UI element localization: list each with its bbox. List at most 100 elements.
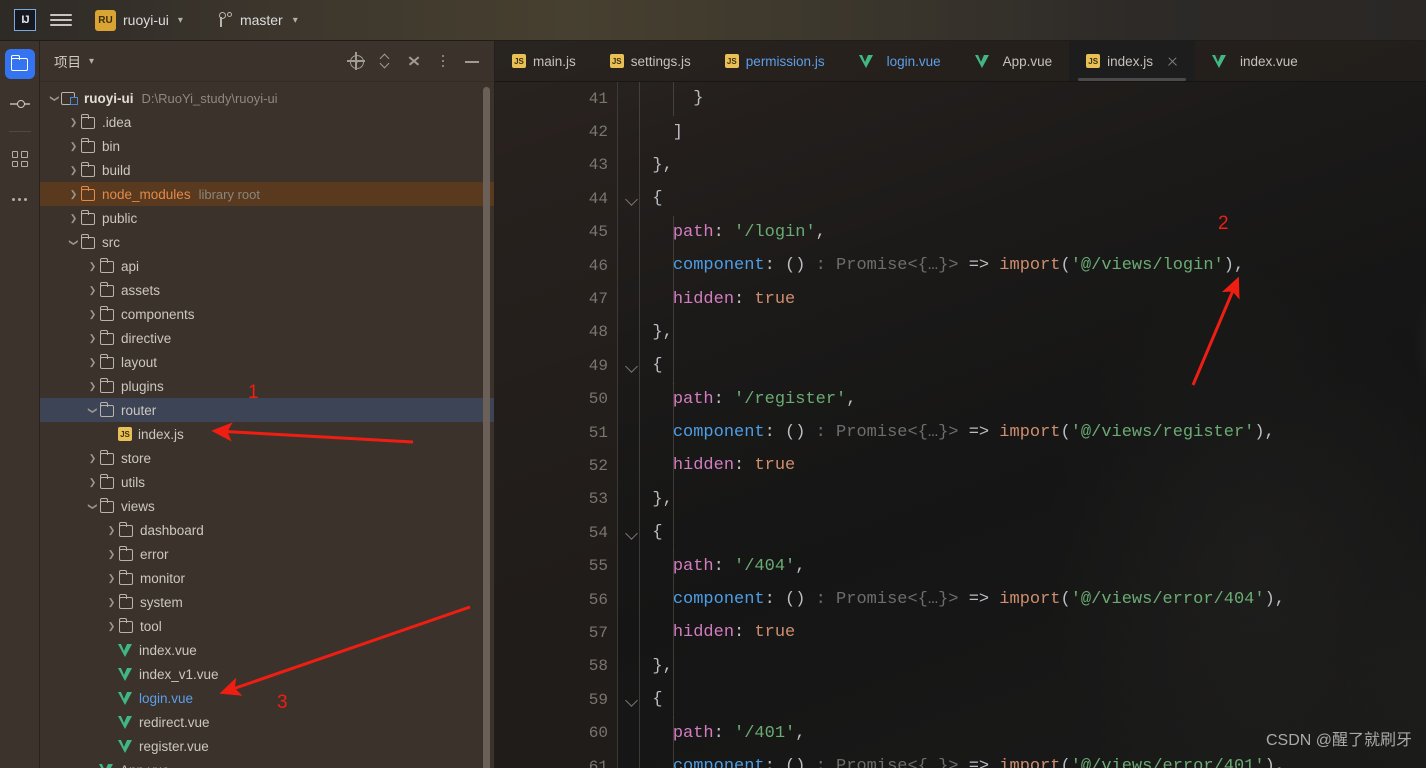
tree-row-index_v1.vue[interactable]: ❯index_v1.vue [40,662,494,686]
code-line[interactable]: }, [632,149,1426,182]
gutter-line[interactable]: 50 [495,383,618,416]
tree-row-assets[interactable]: ❯ assets [40,278,494,302]
gutter-line[interactable]: 49 [495,349,638,382]
chevron-right-icon[interactable]: ❯ [86,309,99,320]
chevron-right-icon[interactable]: ❯ [86,357,99,368]
gutter-line[interactable]: 59 [495,683,638,716]
gutter-line[interactable]: 61 [495,750,618,768]
code-line[interactable]: component: () : Promise<{…}> => import('… [632,416,1426,449]
code-line[interactable]: hidden: true [632,282,1426,315]
chevron-right-icon[interactable]: ❯ [86,333,99,344]
code-line[interactable]: }, [632,650,1426,683]
chevron-right-icon[interactable]: ❯ [86,381,99,392]
gutter-line[interactable]: 46 [495,249,618,282]
chevron-right-icon[interactable]: ❯ [67,117,80,128]
gutter-line[interactable]: 57 [495,616,618,649]
gutter-line[interactable]: 54 [495,516,638,549]
chevron-right-icon[interactable]: ❯ [86,285,99,296]
code-line[interactable]: }, [632,316,1426,349]
tree-row-ruoyi-ui[interactable]: ❯ ruoyi-ui D:\RuoYi_study\ruoyi-ui [40,86,494,110]
gutter-line[interactable]: 45 [495,216,618,249]
tree-row-router[interactable]: ❯ router [40,398,494,422]
tree-row-system[interactable]: ❯ system [40,590,494,614]
gutter-line[interactable]: 43 [495,149,618,182]
rail-button-project[interactable] [4,49,35,79]
tree-row-index.js[interactable]: ❯JSindex.js [40,422,494,446]
code-line[interactable]: }, [632,483,1426,516]
tree-row-app.vue[interactable]: ❯App.vue [40,758,494,768]
tree-row-plugins[interactable]: ❯ plugins [40,374,494,398]
tree-row-tool[interactable]: ❯ tool [40,614,494,638]
chevron-right-icon[interactable]: ❯ [105,573,118,584]
collapse-all-icon[interactable] [406,53,422,69]
code-line[interactable]: component: () : Promise<{…}> => import('… [632,249,1426,282]
gutter-line[interactable]: 53 [495,483,618,516]
chevron-right-icon[interactable]: ❯ [86,261,99,272]
chevron-down-icon[interactable]: ❯ [87,404,98,417]
code-line[interactable]: { [632,516,1426,549]
gutter-line[interactable]: 41 [495,82,618,115]
tree-row-directive[interactable]: ❯ directive [40,326,494,350]
code-text[interactable]: } ] }, { path: '/login', component: () :… [618,82,1426,768]
chevron-down-icon[interactable]: ❯ [68,236,79,249]
tree-row-redirect.vue[interactable]: ❯redirect.vue [40,710,494,734]
gutter-line[interactable]: 44 [495,182,638,215]
editor-tab-login-vue[interactable]: login.vue [842,41,958,81]
tree-row-node_modules[interactable]: ❯ node_modules library root [40,182,494,206]
code-line[interactable]: hidden: true [632,616,1426,649]
gutter-line[interactable]: 52 [495,449,618,482]
tree-row-components[interactable]: ❯ components [40,302,494,326]
tree-row-api[interactable]: ❯ api [40,254,494,278]
up-down-chevrons-icon[interactable] [377,53,393,69]
code-line[interactable]: component: () : Promise<{…}> => import('… [632,750,1426,768]
tree-row-.idea[interactable]: ❯ .idea [40,110,494,134]
gutter-line[interactable]: 47 [495,282,618,315]
project-file-tree[interactable]: ❯ ruoyi-ui D:\RuoYi_study\ruoyi-ui ❯ .idea ❯ b… [40,82,494,768]
tree-row-error[interactable]: ❯ error [40,542,494,566]
chevron-right-icon[interactable]: ❯ [67,141,80,152]
chevron-down-icon[interactable]: ❯ [87,500,98,513]
tree-row-public[interactable]: ❯ public [40,206,494,230]
rail-button-more[interactable] [5,184,35,214]
editor-tab-permission-js[interactable]: JS permission.js [708,41,842,81]
tree-row-monitor[interactable]: ❯ monitor [40,566,494,590]
code-line[interactable]: { [632,683,1426,716]
branch-selector[interactable]: master ▾ [212,9,305,31]
code-line[interactable]: hidden: true [632,449,1426,482]
chevron-right-icon[interactable]: ❯ [105,621,118,632]
editor-tab-index-vue[interactable]: index.vue [1195,41,1315,81]
chevron-right-icon[interactable]: ❯ [67,213,80,224]
gutter-line[interactable]: 58 [495,650,618,683]
code-line[interactable]: path: '/register', [632,383,1426,416]
gutter-line[interactable]: 51 [495,416,618,449]
gutter-line[interactable]: 55 [495,549,618,582]
chevron-right-icon[interactable]: ❯ [86,477,99,488]
tree-row-src[interactable]: ❯ src [40,230,494,254]
gutter-line[interactable]: 60 [495,716,618,749]
tree-row-index.vue[interactable]: ❯index.vue [40,638,494,662]
editor-tab-index-js[interactable]: JS index.js [1069,41,1195,81]
target-icon[interactable] [347,52,365,70]
vertical-dots-icon[interactable] [435,53,451,69]
project-panel-scrollbar[interactable] [483,87,490,768]
chevron-down-icon[interactable]: ❯ [49,92,60,105]
editor-tab-app-vue[interactable]: App.vue [958,41,1070,81]
chevron-right-icon[interactable]: ❯ [67,165,80,176]
tree-row-store[interactable]: ❯ store [40,446,494,470]
tree-row-dashboard[interactable]: ❯ dashboard [40,518,494,542]
code-line[interactable]: path: '/401', [632,716,1426,749]
gutter-line[interactable]: 42 [495,115,618,148]
main-menu-icon[interactable] [50,9,72,31]
code-line[interactable]: component: () : Promise<{…}> => import('… [632,583,1426,616]
tree-row-login.vue[interactable]: ❯login.vue [40,686,494,710]
gutter-line[interactable]: 56 [495,583,618,616]
code-line[interactable]: ] [632,115,1426,148]
chevron-right-icon[interactable]: ❯ [105,597,118,608]
tree-row-utils[interactable]: ❯ utils [40,470,494,494]
rail-button-commit[interactable] [5,89,35,119]
rail-button-structure[interactable] [5,144,35,174]
code-line[interactable]: path: '/404', [632,549,1426,582]
code-line[interactable]: path: '/login', [632,216,1426,249]
chevron-right-icon[interactable]: ❯ [105,549,118,560]
gutter-line[interactable]: 48 [495,316,618,349]
